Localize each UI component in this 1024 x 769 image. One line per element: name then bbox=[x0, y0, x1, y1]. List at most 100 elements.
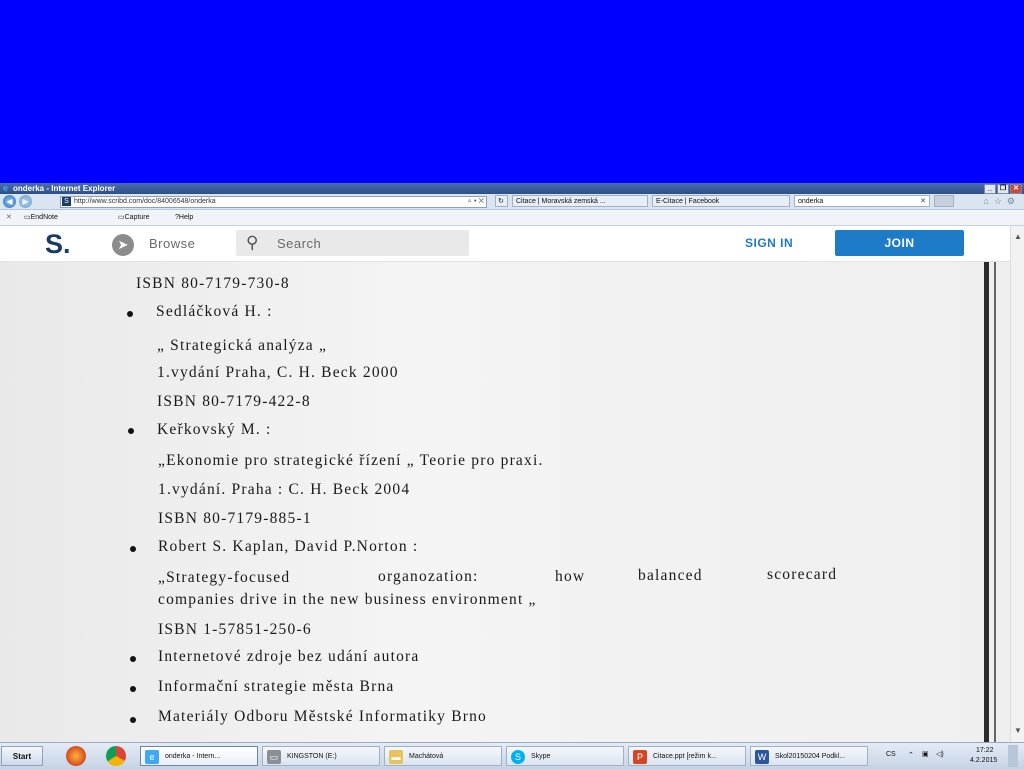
doc-line: ISBN 80-7179-885-1 bbox=[158, 510, 312, 527]
blue-background bbox=[0, 0, 1024, 183]
task-folder[interactable]: ▬ Machátová bbox=[384, 746, 502, 766]
task-label: Machátová bbox=[409, 753, 444, 760]
doc-line: „Strategy-focused bbox=[158, 569, 291, 586]
page-edge-shadow bbox=[994, 262, 996, 742]
tab-citace[interactable]: Citace | Moravská zemská ... bbox=[512, 195, 648, 207]
task-word[interactable]: W Skol20150204 Podkl... bbox=[750, 746, 868, 766]
show-desktop-button[interactable] bbox=[1008, 745, 1018, 767]
favorites-star-icon[interactable]: ☆ bbox=[994, 196, 1007, 206]
firefox-icon[interactable] bbox=[66, 746, 86, 766]
task-label: Skol20150204 Podkl... bbox=[775, 753, 846, 760]
doc-line: balanced bbox=[638, 567, 703, 584]
doc-line: scorecard bbox=[767, 566, 838, 583]
doc-line: ISBN 80-7179-730-8 bbox=[136, 275, 290, 292]
document-page: ISBN 80-7179-730-8 Sedláčková H. : „ Str… bbox=[0, 262, 1010, 742]
scroll-down-icon[interactable]: ▼ bbox=[1014, 726, 1022, 735]
task-label: onderka - Intern... bbox=[165, 753, 221, 760]
fav-help[interactable]: ? Help bbox=[175, 210, 193, 225]
sign-in-link[interactable]: SIGN IN bbox=[745, 236, 793, 250]
bullet bbox=[128, 428, 134, 434]
join-button[interactable]: JOIN bbox=[835, 230, 964, 256]
tab-label: E-Citace | Facebook bbox=[656, 198, 720, 205]
volume-icon[interactable]: ◁) bbox=[936, 750, 944, 758]
tab-close-icon[interactable]: ✕ bbox=[920, 196, 926, 206]
tab-label: onderka bbox=[798, 198, 824, 205]
compass-icon[interactable]: ➤ bbox=[112, 234, 134, 256]
doc-line: Keřkovský M. : bbox=[157, 421, 272, 438]
network-icon[interactable]: ▣ bbox=[922, 750, 929, 758]
fav-label: Help bbox=[178, 214, 194, 221]
bullet bbox=[127, 311, 133, 317]
fav-label: Capture bbox=[124, 214, 150, 221]
task-skype[interactable]: S Skype bbox=[506, 746, 624, 766]
scribd-logo[interactable]: S. bbox=[45, 229, 71, 259]
bullet bbox=[130, 656, 136, 662]
window-title: onderka - Internet Explorer bbox=[13, 184, 116, 193]
scribd-favicon-icon: S bbox=[62, 197, 71, 206]
minimize-icon[interactable]: _ bbox=[984, 184, 996, 194]
doc-line: how bbox=[555, 568, 586, 585]
doc-line: „ Strategická analýza „ bbox=[157, 337, 328, 354]
chrome-icon[interactable] bbox=[106, 746, 126, 766]
forward-icon[interactable]: ▶ bbox=[19, 195, 32, 208]
address-toolbar: ◀ ▶ Shttp://www.scribd.com/doc/84006548/… bbox=[0, 194, 1024, 210]
gear-icon[interactable]: ⚙ bbox=[1007, 196, 1020, 206]
search-input[interactable]: ⚲ Search bbox=[236, 230, 469, 256]
close-icon[interactable]: ✕ bbox=[1010, 184, 1022, 194]
doc-line: 1.vydání Praha, C. H. Beck 2000 bbox=[157, 364, 399, 381]
address-field[interactable]: Shttp://www.scribd.com/doc/84006548/onde… bbox=[60, 196, 487, 208]
task-label: KINGSTON (E:) bbox=[287, 753, 337, 760]
address-url: http://www.scribd.com/doc/84006548/onder… bbox=[74, 198, 216, 205]
browse-link[interactable]: Browse bbox=[149, 236, 195, 251]
doc-line: Informační strategie města Brna bbox=[158, 678, 395, 695]
tray-arrow-icon[interactable]: ⌃ bbox=[908, 751, 914, 759]
bullet bbox=[130, 686, 136, 692]
language-indicator[interactable]: CS bbox=[886, 751, 896, 758]
doc-line: ISBN 1-57851-250-6 bbox=[158, 621, 312, 638]
skype-icon: S bbox=[511, 750, 525, 764]
address-tools-icon[interactable]: ⌕ ▾ ✕ bbox=[468, 197, 484, 207]
tab-label: Citace | Moravská zemská ... bbox=[516, 198, 606, 205]
clock-date[interactable]: 4.2.2015 bbox=[970, 757, 997, 764]
doc-line: Sedláčková H. : bbox=[156, 303, 273, 320]
start-label: Start bbox=[12, 752, 32, 761]
tab-facebook[interactable]: E-Citace | Facebook bbox=[652, 195, 790, 207]
search-icon: ⚲ bbox=[246, 233, 259, 252]
window-titlebar: e onderka - Internet Explorer _ ❐ ✕ bbox=[0, 183, 1024, 194]
tab-onderka[interactable]: onderka ✕ bbox=[794, 195, 930, 207]
restore-icon[interactable]: ❐ bbox=[997, 184, 1009, 194]
task-ie[interactable]: e onderka - Intern... bbox=[140, 746, 258, 766]
doc-line: organozation: bbox=[378, 568, 479, 585]
close-bar-icon[interactable]: ✕ bbox=[6, 210, 12, 225]
fav-endnote[interactable]: ▭ EndNote Web 3.3 bbox=[24, 210, 58, 236]
search-placeholder: Search bbox=[277, 236, 322, 251]
home-icon[interactable]: ⌂ bbox=[983, 196, 993, 206]
new-tab-button[interactable] bbox=[934, 195, 954, 207]
folder-icon: ▬ bbox=[389, 750, 403, 764]
refresh-icon[interactable]: ↻ bbox=[495, 195, 508, 207]
task-powerpoint[interactable]: P Citace.ppt [režim k... bbox=[628, 746, 746, 766]
start-button[interactable]: Start bbox=[1, 746, 43, 766]
back-icon[interactable]: ◀ bbox=[3, 195, 16, 208]
doc-line: companies drive in the new business envi… bbox=[158, 591, 537, 608]
doc-line: „Ekonomie pro strategické řízení „ Teori… bbox=[158, 452, 544, 469]
doc-line: Materiály Odboru Městské Informatiky Brn… bbox=[158, 708, 488, 725]
task-kingston[interactable]: ▭ KINGSTON (E:) bbox=[262, 746, 380, 766]
powerpoint-icon: P bbox=[633, 750, 647, 764]
doc-line: ISBN 80-7179-422-8 bbox=[157, 393, 311, 410]
usb-drive-icon: ▭ bbox=[267, 750, 281, 764]
ie-icon: e bbox=[145, 750, 159, 764]
vertical-scrollbar[interactable]: ▲ ▼ bbox=[1010, 226, 1024, 742]
bullet bbox=[130, 546, 136, 552]
scroll-up-icon[interactable]: ▲ bbox=[1014, 232, 1022, 241]
system-tray: CS ⌃ ▣ ◁) 17:22 4.2.2015 bbox=[880, 745, 1020, 767]
clock-time[interactable]: 17:22 bbox=[976, 747, 994, 754]
fav-capture[interactable]: ▭ Capture bbox=[118, 210, 150, 225]
window-controls: _ ❐ ✕ bbox=[984, 184, 1022, 194]
taskbar: Start e onderka - Intern... ▭ KINGSTON (E:… bbox=[0, 742, 1024, 769]
task-label: Citace.ppt [režim k... bbox=[653, 753, 717, 760]
doc-line: 1.vydání. Praha : C. H. Beck 2004 bbox=[158, 481, 411, 498]
word-icon: W bbox=[755, 750, 769, 764]
bullet bbox=[130, 717, 136, 723]
toolbar-icons: ⌂☆⚙ bbox=[983, 196, 1020, 207]
